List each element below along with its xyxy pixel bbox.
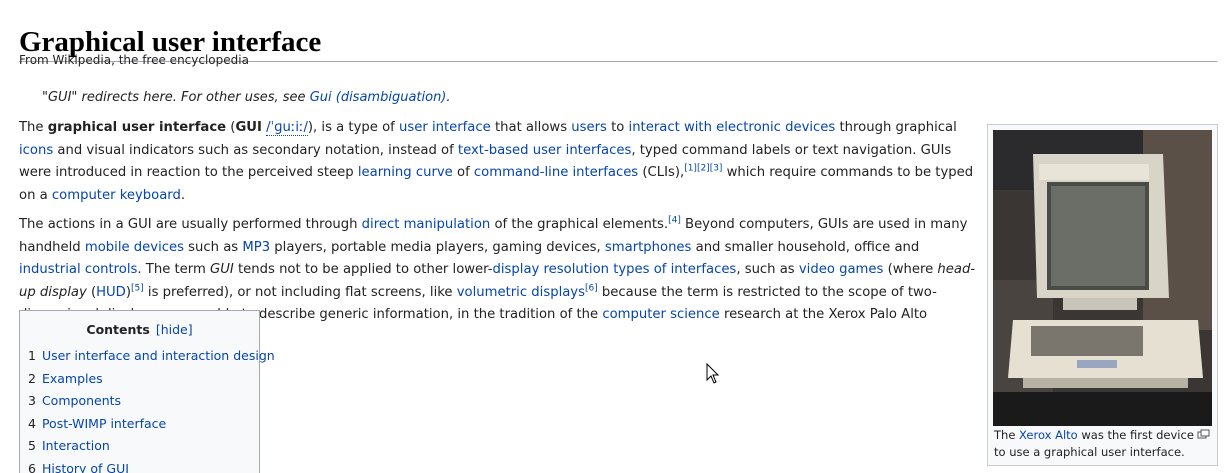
link-text-based-ui[interactable]: text-based user interfaces (458, 143, 631, 158)
citation-5[interactable]: [5] (131, 283, 144, 293)
hatnote-text: "GUI" redirects here. For other uses, se… (42, 90, 310, 105)
toc-link[interactable]: History of GUI (42, 461, 129, 473)
link-direct-manipulation[interactable]: direct manipulation (362, 217, 491, 232)
p2-text: tends not to be applied to other lower- (233, 262, 493, 277)
link-mobile-devices[interactable]: mobile devices (85, 240, 184, 255)
toc-number: 2 (28, 370, 36, 386)
term-bold: graphical user interface (47, 120, 227, 135)
p2-text: , such as (736, 262, 799, 277)
italic-gui: GUI (210, 262, 234, 277)
link-learning-curve[interactable]: learning curve (358, 165, 453, 180)
link-display-resolution[interactable]: display resolution types of interfaces (493, 262, 737, 277)
link-computer-keyboard[interactable]: computer keyboard (52, 188, 181, 203)
link-mp3[interactable]: MP3 (242, 240, 270, 255)
acronym-bold: GUI (235, 120, 262, 135)
p2-text: such as (183, 239, 243, 255)
toc-link[interactable]: Components (42, 393, 121, 408)
toc-link[interactable]: User interface and interaction design (42, 348, 275, 363)
caption-text: The (994, 428, 1020, 442)
p2-text: players, portable media players, gaming … (270, 239, 605, 255)
site-tagline: From Wikipedia, the free encyclopedia (19, 53, 249, 67)
p2-text: (where (883, 262, 938, 277)
p2-text: . The term (137, 262, 211, 277)
p2-text: of the graphical elements. (490, 217, 669, 232)
magnify-icon[interactable] (1197, 429, 1210, 440)
link-smartphones[interactable]: smartphones (605, 240, 692, 255)
citation-3[interactable]: [3] (710, 164, 723, 174)
toc-item[interactable]: 2 Examples (28, 368, 259, 391)
toc-item[interactable]: 1 User interface and interaction design (28, 345, 275, 368)
toc-number: 3 (28, 393, 36, 408)
toc-title: Contents [hide] (20, 321, 259, 339)
citation-1[interactable]: [1] (684, 164, 697, 174)
toc-link[interactable]: Post-WIMP interface (42, 416, 166, 431)
toc-item[interactable]: 3 Components (28, 390, 259, 413)
toc-list: 1 User interface and interaction design 2… (20, 345, 275, 473)
link-industrial-controls[interactable]: industrial controls (19, 262, 137, 277)
citation-6[interactable]: [6] (585, 283, 598, 293)
p2-text: The actions in a GUI are usually perform… (19, 217, 362, 232)
hatnote-suffix: . (446, 90, 451, 105)
toc-item[interactable]: 5 Interaction (28, 435, 259, 458)
citation-2[interactable]: [2] (697, 164, 710, 174)
p1-text: of (452, 165, 474, 180)
p1-text: through graphical (835, 120, 957, 135)
link-video-games[interactable]: video games (799, 262, 884, 277)
p1-text: The (19, 120, 48, 135)
link-interact-devices[interactable]: interact with electronic devices (629, 120, 836, 135)
p1-text: and visual indicators such as secondary … (53, 142, 458, 158)
link-volumetric-displays[interactable]: volumetric displays (457, 285, 585, 300)
link-users[interactable]: users (571, 120, 607, 135)
toc-number: 4 (28, 415, 36, 431)
p1-text: (CLIs), (638, 165, 685, 180)
xerox-alto-photo[interactable] (993, 130, 1212, 426)
toc-number: 5 (28, 438, 36, 453)
p1-text: . (180, 187, 186, 203)
toc-item[interactable]: 4 Post-WIMP interface (28, 413, 259, 436)
toc-link[interactable]: Interaction (42, 438, 110, 453)
article-page: Graphical user interface From Wikipedia,… (0, 0, 1226, 473)
link-command-line[interactable]: command-line interfaces (474, 165, 638, 180)
toc-link[interactable]: Examples (42, 371, 103, 386)
hatnote-disambiguation-link[interactable]: Gui (disambiguation) (310, 90, 447, 105)
toc-number: 1 (28, 348, 36, 363)
thumb-caption: The Xerox Alto was the first device to u… (994, 427, 1194, 461)
link-computer-science[interactable]: computer science (602, 307, 719, 322)
toc-heading: Contents (86, 322, 150, 337)
p1-text: to (606, 120, 629, 135)
thumbnail-box: The Xerox Alto was the first device to u… (987, 124, 1218, 466)
table-of-contents: Contents [hide] 1 User interface and inter… (19, 310, 275, 473)
link-xerox-alto[interactable]: Xerox Alto (1019, 428, 1078, 442)
toc-item[interactable]: 6 History of GUI (28, 458, 259, 473)
hatnote: "GUI" redirects here. For other uses, se… (42, 89, 451, 107)
p2-text: and smaller household, office and (691, 239, 920, 255)
p2-text: is preferred), or not including flat scr… (143, 284, 457, 300)
link-icons[interactable]: icons (19, 143, 53, 158)
p2-text: ( (86, 284, 97, 300)
p1-text: that allows (490, 120, 572, 135)
mouse-pointer-icon (706, 363, 720, 384)
link-user-interface[interactable]: user interface (399, 120, 491, 135)
toc-number: 6 (28, 460, 36, 473)
link-hud[interactable]: HUD (96, 285, 126, 300)
ipa-pronunciation-link[interactable]: /ˈɡuːiː/ (266, 120, 308, 136)
citation-4[interactable]: [4] (668, 216, 681, 226)
toc-hide-toggle[interactable]: [hide] (156, 322, 193, 337)
p1-text: ), is a type of (307, 120, 399, 135)
intro-paragraph-1: The graphical user interface (GUI /ˈɡuːi… (19, 117, 979, 207)
